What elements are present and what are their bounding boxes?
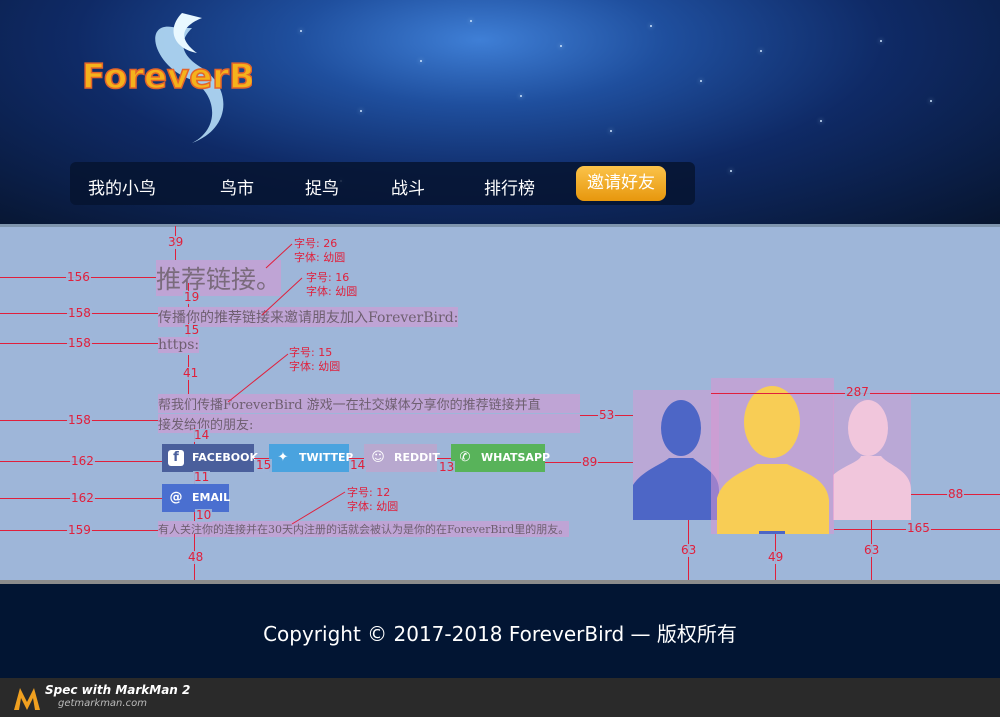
measure-label: 10	[195, 508, 213, 522]
measure-label: 14	[349, 458, 367, 472]
copyright-text: Copyright © 2017-2018 ForeverBird — 版权所有	[263, 622, 737, 646]
measure-label: 162	[70, 491, 95, 505]
measure-label: 159	[67, 523, 92, 537]
measure-label: 53	[598, 408, 616, 422]
font-note: 字号: 12 字体: 幼圆	[347, 486, 399, 513]
measure-label: 63	[680, 543, 698, 557]
font-note: 字号: 15 字体: 幼圆	[289, 346, 341, 373]
measure-label: 158	[67, 336, 92, 350]
measure-label: 89	[581, 455, 599, 469]
markman-site: getmarkman.com	[58, 698, 147, 709]
measure-label: 63	[863, 543, 881, 557]
measure-label: 19	[183, 290, 201, 304]
measure-label: 158	[67, 306, 92, 320]
measure-label: 15	[183, 323, 201, 337]
measure-label: 39	[167, 235, 185, 249]
measure-label: 15	[255, 458, 273, 472]
measure-label: 48	[187, 550, 205, 564]
measure-label: 49	[767, 550, 785, 564]
measure-label: 14	[193, 428, 211, 442]
font-note: 字号: 16 字体: 幼圆	[306, 271, 358, 298]
measure-label: 165	[906, 521, 931, 535]
markman-title: Spec with MarkMan 2	[45, 683, 191, 697]
measure-label: 287	[845, 385, 870, 399]
markman-logo-icon	[14, 688, 40, 710]
measure-label: 156	[66, 270, 91, 284]
measure-label: 11	[193, 470, 211, 484]
measure-label: 41	[182, 366, 200, 380]
measure-label: 158	[67, 413, 92, 427]
measure-label: 13	[438, 460, 456, 474]
measure-label: 88	[947, 487, 965, 501]
measure-label: 162	[70, 454, 95, 468]
markman-bar: Spec with MarkMan 2 getmarkman.com	[0, 678, 1000, 717]
font-note: 字号: 26 字体: 幼圆	[294, 237, 346, 264]
